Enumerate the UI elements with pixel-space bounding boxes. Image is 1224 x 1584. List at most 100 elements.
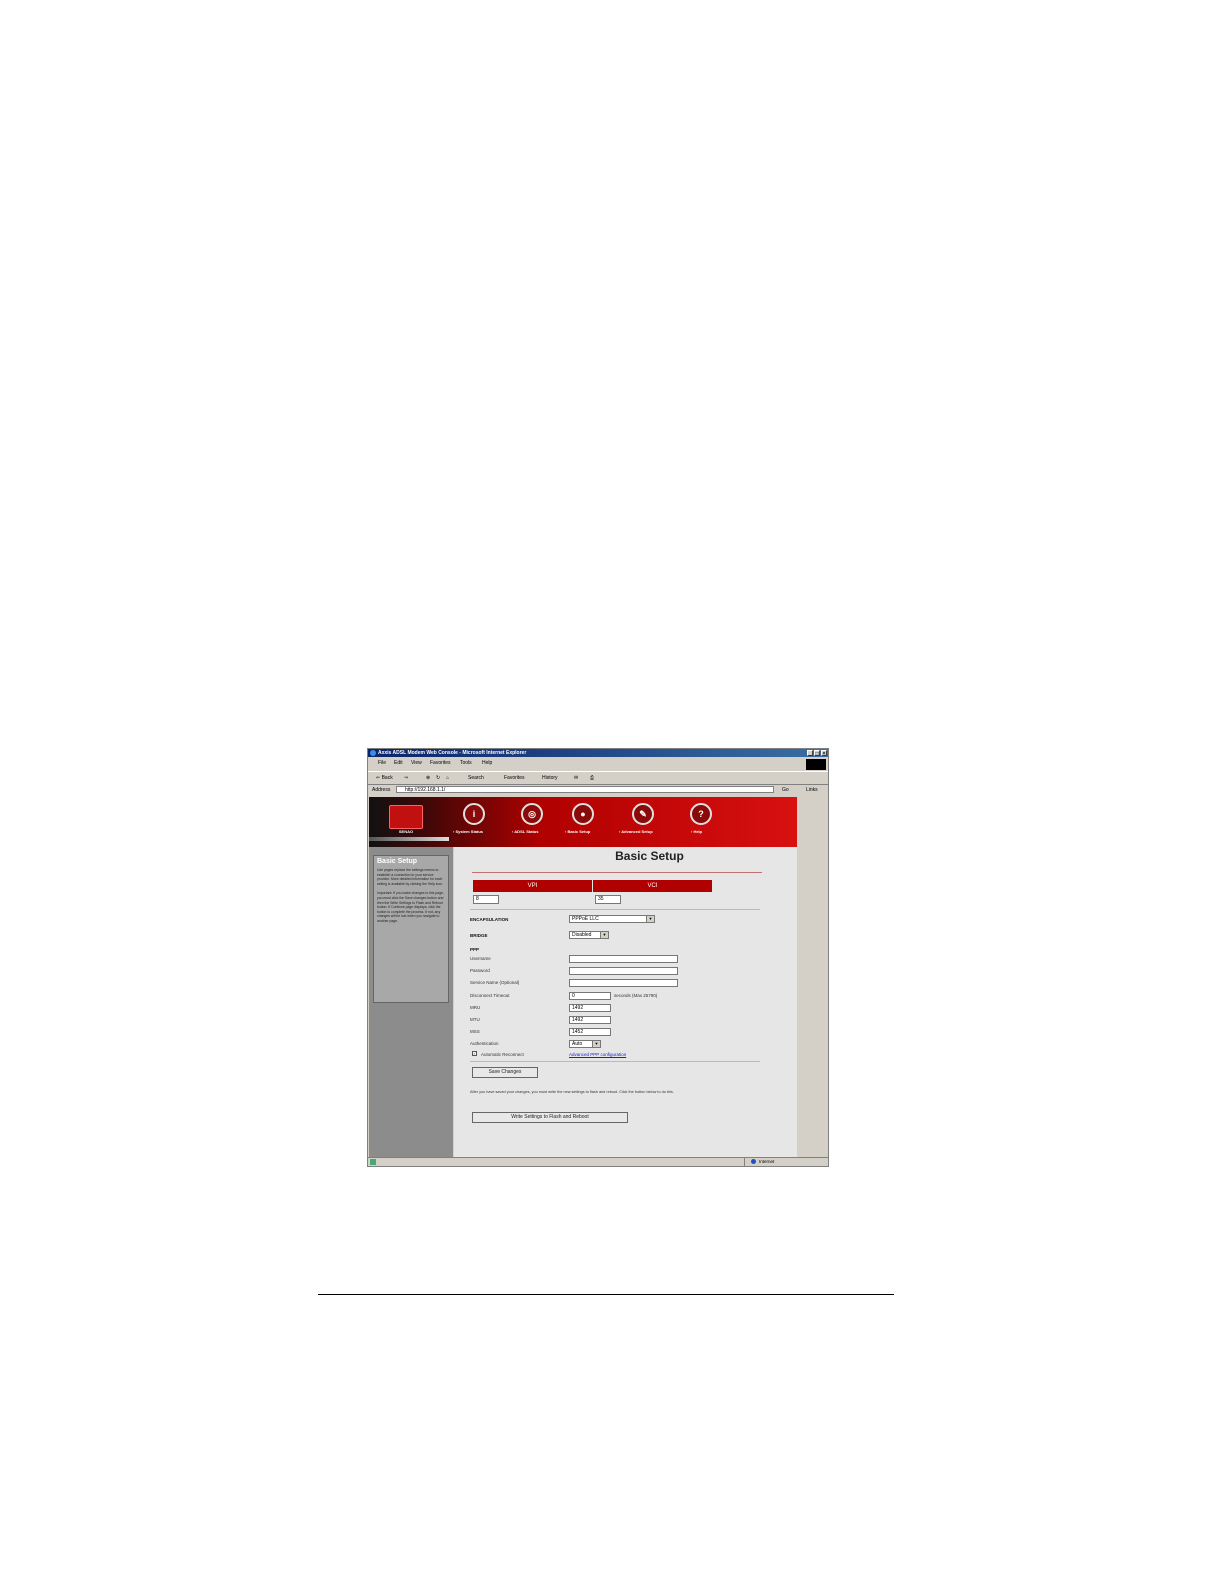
disconnect-timeout-input[interactable]: 0 bbox=[569, 992, 611, 1000]
menu-file[interactable]: File bbox=[378, 760, 386, 766]
save-changes-button[interactable]: Save Changes bbox=[472, 1067, 538, 1078]
maximize-button[interactable]: □ bbox=[814, 750, 820, 757]
globe-icon bbox=[751, 1159, 756, 1164]
title-bar: Axxis ADSL Modem Web Console - Microsoft… bbox=[368, 749, 828, 757]
menu-bar: File Edit View Favorites Tools Help bbox=[368, 758, 828, 767]
help-paragraph-2: Important: If you make changes to this p… bbox=[377, 891, 444, 923]
browser-screenshot: Axxis ADSL Modem Web Console - Microsoft… bbox=[367, 748, 829, 1167]
page-rule bbox=[318, 1294, 894, 1295]
zone-label: Internet bbox=[759, 1159, 775, 1164]
username-input[interactable] bbox=[569, 955, 678, 963]
encapsulation-select[interactable]: PPPoE LLC ▼ bbox=[569, 915, 655, 923]
username-label: Username bbox=[470, 956, 491, 961]
section-divider bbox=[470, 909, 760, 910]
menu-favorites[interactable]: Favorites bbox=[430, 760, 451, 766]
refresh-icon[interactable]: ↻ bbox=[436, 775, 440, 781]
menu-edit[interactable]: Edit bbox=[394, 760, 403, 766]
ie-icon bbox=[370, 750, 376, 756]
go-button[interactable]: Go bbox=[782, 787, 789, 793]
vci-input[interactable]: 35 bbox=[595, 895, 621, 904]
adsl-status-icon[interactable]: ◎ bbox=[521, 803, 543, 825]
title-divider bbox=[472, 872, 762, 873]
mru-label: MRU bbox=[470, 1005, 481, 1010]
authentication-value: Auto bbox=[572, 1041, 583, 1047]
print-icon[interactable]: ⎙ bbox=[590, 775, 594, 781]
system-status-icon[interactable]: i bbox=[463, 803, 485, 825]
disconnect-timeout-label: Disconnect Timeout bbox=[470, 993, 510, 998]
status-bar: Internet bbox=[368, 1157, 828, 1166]
nav-basic-setup[interactable]: › Basic Setup bbox=[565, 829, 590, 834]
page-title: Basic Setup bbox=[615, 849, 684, 863]
router-logo-text: SENAO bbox=[398, 829, 414, 834]
address-bar: Address http://192.168.1.1/ Go Links bbox=[368, 785, 828, 795]
mtu-label: MTU bbox=[470, 1017, 480, 1022]
nav-adsl-status[interactable]: › ADSL Status bbox=[512, 829, 538, 834]
window-title: Axxis ADSL Modem Web Console - Microsoft… bbox=[378, 750, 527, 756]
main-content: Basic Setup VPI VCI 8 35 ENCAPSULATION P… bbox=[454, 847, 797, 1160]
address-value: http://192.168.1.1/ bbox=[405, 787, 446, 793]
home-icon[interactable]: ⌂ bbox=[446, 775, 449, 781]
auto-reconnect-label: Automatic Reconnect bbox=[481, 1052, 524, 1057]
page-scroll-area bbox=[796, 796, 828, 1160]
vpi-header: VPI bbox=[473, 880, 592, 892]
help-text: Use pages replace the settings menus to … bbox=[377, 868, 447, 924]
vci-header: VCI bbox=[593, 880, 712, 892]
nav-system-status[interactable]: › System Status bbox=[453, 829, 483, 834]
vpi-input[interactable]: 8 bbox=[473, 895, 499, 904]
chevron-down-icon: ▼ bbox=[600, 932, 608, 938]
write-settings-button[interactable]: Write Settings to Flash and Reboot bbox=[472, 1112, 628, 1123]
ppp-label: PPP bbox=[470, 947, 480, 952]
disconnect-timeout-unit: seconds (Max 25790) bbox=[614, 993, 658, 998]
history-button[interactable]: History bbox=[542, 775, 558, 781]
help-paragraph-1: Use pages replace the settings menus to … bbox=[377, 868, 443, 886]
nav-advanced-setup[interactable]: › Advanced Setup bbox=[619, 829, 653, 834]
close-button[interactable]: × bbox=[821, 750, 827, 757]
search-button[interactable]: Search bbox=[468, 775, 484, 781]
form-divider bbox=[470, 1061, 760, 1062]
encapsulation-label: ENCAPSULATION bbox=[470, 917, 509, 922]
menu-view[interactable]: View bbox=[411, 760, 422, 766]
toolbar: ⇐ Back ⇒ ⊗ ↻ ⌂ Search Favorites History … bbox=[368, 771, 828, 785]
reboot-note: After you have saved your changes, you m… bbox=[470, 1090, 674, 1094]
help-title: Basic Setup bbox=[377, 858, 418, 865]
help-box: Basic Setup Use pages replace the settin… bbox=[373, 855, 449, 1003]
security-zone: Internet bbox=[744, 1158, 805, 1166]
encapsulation-value: PPPoE LLC bbox=[572, 916, 599, 922]
password-label: Password bbox=[470, 968, 490, 973]
password-input[interactable] bbox=[569, 967, 678, 975]
mss-label: MSS bbox=[470, 1029, 480, 1034]
menu-help[interactable]: Help bbox=[482, 760, 492, 766]
mail-icon[interactable]: ✉ bbox=[574, 775, 578, 781]
links-button[interactable]: Links bbox=[806, 787, 818, 793]
chevron-down-icon: ▼ bbox=[646, 916, 654, 922]
help-icon[interactable]: ? bbox=[690, 803, 712, 825]
windows-logo-icon bbox=[806, 759, 826, 770]
forward-button[interactable]: ⇒ bbox=[404, 775, 408, 781]
page-done-icon bbox=[370, 1159, 376, 1165]
favorites-button[interactable]: Favorites bbox=[504, 775, 525, 781]
mss-input[interactable]: 1452 bbox=[569, 1028, 611, 1036]
auto-reconnect-checkbox[interactable]: ✓ bbox=[472, 1051, 477, 1056]
mru-input[interactable]: 1492 bbox=[569, 1004, 611, 1012]
address-label: Address bbox=[372, 787, 391, 793]
back-button[interactable]: ⇐ Back bbox=[376, 775, 393, 781]
sidebar: Basic Setup Use pages replace the settin… bbox=[369, 847, 453, 1160]
mtu-input[interactable]: 1492 bbox=[569, 1016, 611, 1024]
service-name-label: Service Name (Optional) bbox=[470, 980, 520, 985]
address-input[interactable]: http://192.168.1.1/ bbox=[396, 786, 774, 793]
authentication-select[interactable]: Auto ▼ bbox=[569, 1040, 601, 1048]
minimize-button[interactable]: _ bbox=[807, 750, 813, 757]
nav-help[interactable]: › Help bbox=[691, 829, 702, 834]
bridge-label: BRIDGE bbox=[470, 933, 488, 938]
basic-setup-icon[interactable]: ● bbox=[572, 803, 594, 825]
chevron-down-icon: ▼ bbox=[592, 1041, 600, 1047]
authentication-label: Authentication bbox=[470, 1041, 499, 1046]
advanced-setup-icon[interactable]: ✎ bbox=[632, 803, 654, 825]
menu-tools[interactable]: Tools bbox=[460, 760, 472, 766]
bridge-value: Disabled bbox=[572, 932, 592, 938]
bridge-select[interactable]: Disabled ▼ bbox=[569, 931, 609, 939]
stop-icon[interactable]: ⊗ bbox=[426, 775, 430, 781]
service-name-input[interactable] bbox=[569, 979, 678, 987]
router-logo-icon bbox=[389, 805, 423, 829]
advanced-ppp-link[interactable]: Advanced PPP configuration bbox=[569, 1052, 626, 1057]
